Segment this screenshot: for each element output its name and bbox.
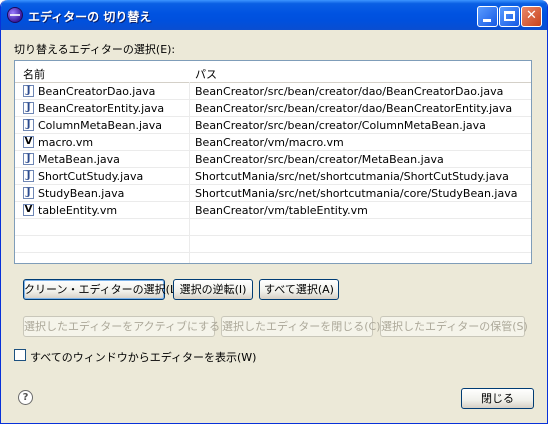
java-file-icon: J xyxy=(23,187,34,199)
file-name: MetaBean.java xyxy=(38,153,120,166)
editor-select-label: 切り替えるエディターの選択(E): xyxy=(14,43,176,56)
editor-switch-dialog: エディターの 切り替え ✕ 切り替えるエディターの選択(E): 名前 パス J … xyxy=(0,0,548,424)
java-file-icon: J xyxy=(23,153,34,165)
close-window-button[interactable]: ✕ xyxy=(521,6,542,27)
file-name: macro.vm xyxy=(38,136,94,149)
table-row[interactable]: J BeanCreatorEntity.java BeanCreator/src… xyxy=(15,100,531,117)
table-row[interactable]: V macro.vm BeanCreator/vm/macro.vm xyxy=(15,134,531,151)
editor-list[interactable]: 名前 パス J BeanCreatorDao.java BeanCreator/… xyxy=(14,60,532,264)
empty-row xyxy=(15,219,531,236)
maximize-button[interactable] xyxy=(499,6,520,27)
file-path: BeanCreator/src/bean/creator/ColumnMetaB… xyxy=(195,119,486,132)
file-path: BeanCreator/src/bean/creator/MetaBean.ja… xyxy=(195,153,444,166)
file-path: BeanCreator/src/bean/creator/dao/BeanCre… xyxy=(195,85,504,98)
list-header: 名前 パス xyxy=(15,61,531,83)
file-name: tableEntity.vm xyxy=(38,204,118,217)
java-file-icon: J xyxy=(23,85,34,97)
invert-selection-button[interactable]: 選択の逆転(I) xyxy=(173,279,253,300)
empty-row xyxy=(15,236,531,253)
maximize-icon xyxy=(504,11,515,21)
title-bar[interactable]: エディターの 切り替え ✕ xyxy=(1,0,547,30)
table-row[interactable]: V tableEntity.vm BeanCreator/vm/tableEnt… xyxy=(15,202,531,219)
help-icon[interactable]: ? xyxy=(18,390,33,405)
file-name: ColumnMetaBean.java xyxy=(38,119,163,132)
table-row[interactable]: J BeanCreatorDao.java BeanCreator/src/be… xyxy=(15,83,531,100)
select-all-button[interactable]: すべて選択(A) xyxy=(259,279,339,300)
file-path: BeanCreator/vm/tableEntity.vm xyxy=(195,204,368,217)
file-path: BeanCreator/vm/macro.vm xyxy=(195,136,344,149)
velocity-file-icon: V xyxy=(23,204,34,216)
column-header-path[interactable]: パス xyxy=(195,66,217,82)
velocity-file-icon: V xyxy=(23,136,34,148)
column-header-name[interactable]: 名前 xyxy=(23,66,45,82)
file-path: ShortcutMania/src/net/shortcutmania/Shor… xyxy=(195,170,509,183)
table-row[interactable]: J ShortCutStudy.java ShortcutMania/src/n… xyxy=(15,168,531,185)
window-title: エディターの 切り替え xyxy=(28,10,152,24)
file-name: BeanCreatorEntity.java xyxy=(38,102,165,115)
close-icon: ✕ xyxy=(526,8,537,23)
close-selected-editors-button[interactable]: 選択したエディターを閉じる(C) xyxy=(221,316,381,337)
minimize-button[interactable] xyxy=(477,6,498,27)
file-name: StudyBean.java xyxy=(38,187,125,200)
table-row[interactable]: J MetaBean.java BeanCreator/src/bean/cre… xyxy=(15,151,531,168)
eclipse-icon xyxy=(7,7,23,23)
file-name: BeanCreatorDao.java xyxy=(38,85,156,98)
show-all-windows-label[interactable]: すべてのウィンドウからエディターを表示(W) xyxy=(30,349,256,365)
save-selected-editors-button[interactable]: 選択したエディターの保管(S) xyxy=(380,316,528,337)
file-path: ShortcutMania/src/net/shortcutmania/core… xyxy=(195,187,518,200)
file-path: BeanCreator/src/bean/creator/dao/BeanCre… xyxy=(195,102,513,115)
close-button[interactable]: 閉じる xyxy=(461,388,534,409)
select-clean-editors-button[interactable]: クリーン・エディターの選択(L) xyxy=(23,279,180,300)
java-file-icon: J xyxy=(23,119,34,131)
activate-selected-editor-button[interactable]: 選択したエディターをアクティブにする(T) xyxy=(23,316,235,337)
java-file-icon: J xyxy=(23,102,34,114)
table-row[interactable]: J StudyBean.java ShortcutMania/src/net/s… xyxy=(15,185,531,202)
file-name: ShortCutStudy.java xyxy=(38,170,144,183)
java-file-icon: J xyxy=(23,170,34,182)
table-row[interactable]: J ColumnMetaBean.java BeanCreator/src/be… xyxy=(15,117,531,134)
show-all-windows-checkbox[interactable] xyxy=(14,349,26,361)
minimize-icon xyxy=(483,19,491,22)
